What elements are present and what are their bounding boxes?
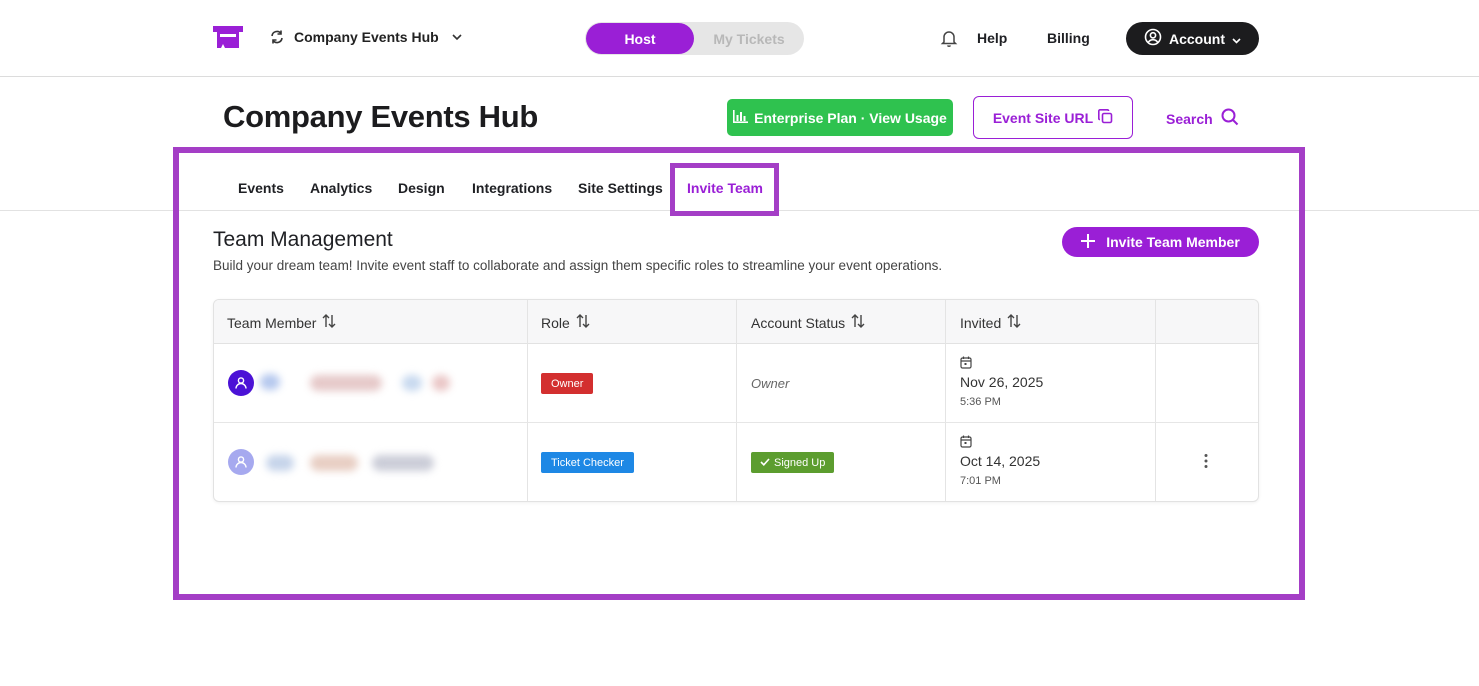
tab-design[interactable]: Design <box>398 180 445 196</box>
tab-site-settings[interactable]: Site Settings <box>578 180 663 196</box>
tab-analytics[interactable]: Analytics <box>310 180 372 196</box>
billing-link[interactable]: Billing <box>1047 30 1090 46</box>
my-tickets-toggle-button[interactable]: My Tickets <box>695 23 803 54</box>
column-header-role[interactable]: Role <box>541 314 590 331</box>
redacted-member-name <box>266 455 294 471</box>
redacted-member-name <box>372 455 434 471</box>
organization-name: Company Events Hub <box>294 29 439 45</box>
redacted-member-name <box>402 375 422 391</box>
invited-time: 7:01 PM <box>960 475 1001 487</box>
redacted-member-name <box>310 455 358 471</box>
calendar-icon <box>960 356 972 374</box>
copy-icon <box>1098 108 1113 127</box>
search-label: Search <box>1166 110 1213 127</box>
table-row[interactable]: Owner Owner Nov 26, 2025 5:36 PM <box>214 344 1258 423</box>
host-tickets-toggle: Host My Tickets <box>585 22 804 55</box>
search-button[interactable]: Search <box>1166 108 1239 129</box>
user-circle-icon <box>1144 28 1162 49</box>
account-menu-button[interactable]: Account <box>1126 22 1259 55</box>
enterprise-plan-button[interactable]: Enterprise Plan · View Usage <box>727 99 953 136</box>
notification-bell-icon[interactable] <box>939 28 959 53</box>
calendar-icon <box>960 435 972 453</box>
account-label: Account <box>1169 30 1225 47</box>
invite-team-member-button[interactable]: Invite Team Member <box>1062 227 1259 257</box>
sort-icon <box>851 314 865 331</box>
avatar <box>228 370 254 396</box>
tab-invite-team[interactable]: Invite Team <box>687 180 763 196</box>
tab-events[interactable]: Events <box>238 180 284 196</box>
chevron-down-icon <box>1232 31 1241 47</box>
invited-date: Nov 26, 2025 <box>960 374 1044 390</box>
sort-icon <box>576 314 590 331</box>
redacted-member-name <box>310 375 382 391</box>
table-row[interactable]: Ticket Checker Signed Up Oct 14, 2025 7:… <box>214 423 1258 501</box>
section-description: Build your dream team! Invite event staf… <box>213 258 943 273</box>
checkmark-icon <box>760 457 770 469</box>
invite-team-member-label: Invite Team Member <box>1106 234 1240 250</box>
search-icon <box>1221 108 1239 129</box>
more-options-icon[interactable] <box>1203 453 1209 474</box>
invited-date: Oct 14, 2025 <box>960 453 1041 469</box>
role-badge: Ticket Checker <box>541 452 634 473</box>
ticket-logo-icon[interactable] <box>211 24 245 50</box>
event-site-url-label: Event Site URL <box>992 109 1094 126</box>
sort-icon <box>322 314 336 331</box>
sort-icon <box>1007 314 1021 331</box>
page-title: Company Events Hub <box>223 99 538 134</box>
signed-up-badge: Signed Up <box>751 452 835 473</box>
column-header-team-member[interactable]: Team Member <box>227 314 336 331</box>
invited-time: 5:36 PM <box>960 396 1001 408</box>
role-badge: Owner <box>541 373 594 394</box>
team-table: Team Member Role Account Status Invited … <box>213 299 1259 502</box>
top-navigation-bar: Company Events Hub Host My Tickets Help … <box>0 0 1479 77</box>
redacted-member-name <box>260 374 280 390</box>
avatar <box>228 449 254 475</box>
account-status-label: Signed Up <box>774 456 826 469</box>
account-status-text: Owner <box>751 376 790 391</box>
chevron-down-icon <box>452 33 462 41</box>
help-link[interactable]: Help <box>977 30 1007 46</box>
switch-icon <box>269 29 285 45</box>
event-site-url-button[interactable]: Event Site URL <box>973 96 1133 139</box>
redacted-member-name <box>432 375 450 391</box>
section-title: Team Management <box>213 228 393 251</box>
bar-chart-icon <box>733 109 749 126</box>
column-header-account-status[interactable]: Account Status <box>751 314 865 331</box>
host-toggle-button[interactable]: Host <box>586 23 694 54</box>
enterprise-plan-label: Enterprise Plan · View Usage <box>754 109 947 126</box>
plus-icon <box>1081 233 1096 251</box>
organization-switcher[interactable]: Company Events Hub <box>269 29 462 45</box>
tab-integrations[interactable]: Integrations <box>472 180 552 196</box>
column-header-invited[interactable]: Invited <box>960 314 1021 331</box>
